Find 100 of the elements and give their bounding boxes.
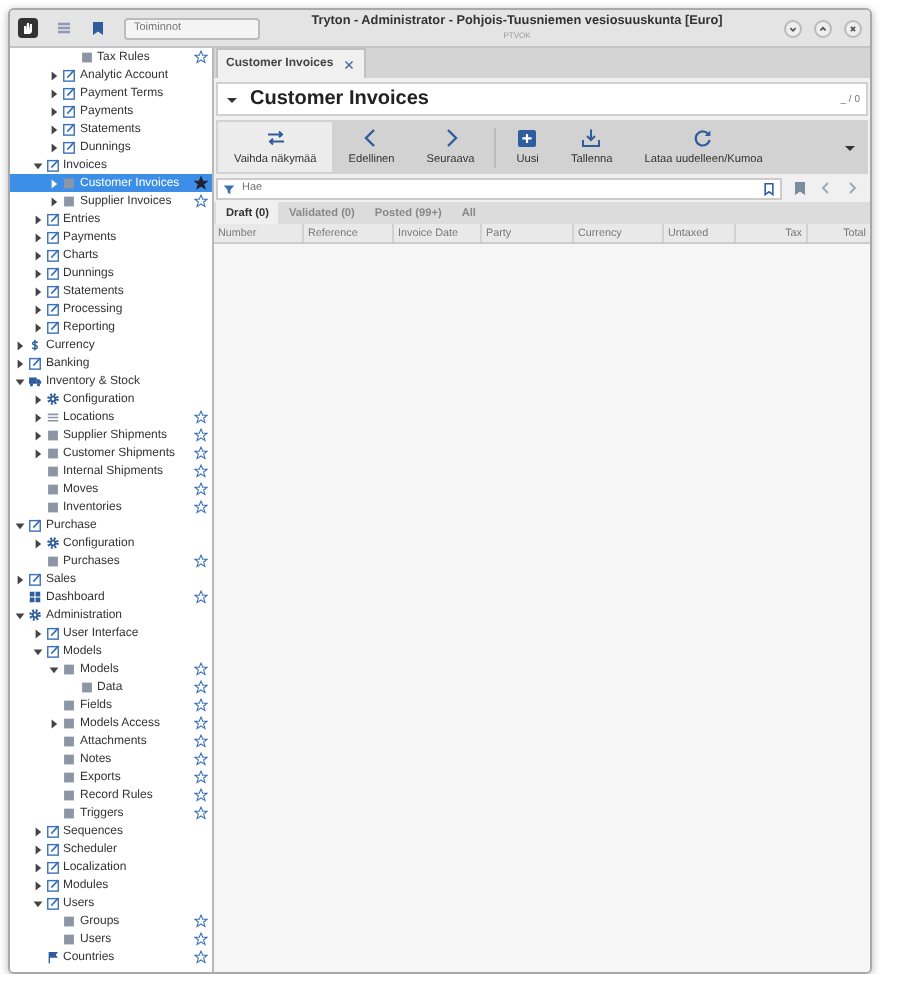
- star-icon[interactable]: [194, 50, 208, 64]
- expand-icon[interactable]: [14, 573, 26, 585]
- expand-icon[interactable]: [31, 429, 43, 441]
- flag-icon: [45, 950, 59, 964]
- square-icon: [62, 662, 76, 676]
- close-button[interactable]: [844, 19, 862, 37]
- collapse-icon[interactable]: [31, 645, 43, 657]
- expand-icon[interactable]: [31, 411, 43, 423]
- bookmarks-icon[interactable]: [792, 180, 808, 196]
- star-icon[interactable]: [194, 806, 208, 820]
- collapse-icon[interactable]: [31, 897, 43, 909]
- star-icon[interactable]: [194, 500, 208, 514]
- lines-icon: [45, 410, 59, 424]
- square-icon: [45, 554, 59, 568]
- expand-icon[interactable]: [14, 339, 26, 351]
- close-icon[interactable]: [341, 57, 356, 71]
- star-icon[interactable]: [194, 950, 208, 964]
- star-icon[interactable]: [194, 716, 208, 730]
- chevron-up-icon: [816, 21, 830, 35]
- star-icon[interactable]: [194, 410, 208, 424]
- expand-icon[interactable]: [31, 249, 43, 261]
- reload-icon: [692, 128, 715, 148]
- star-icon[interactable]: [194, 176, 208, 190]
- expand-icon[interactable]: [31, 825, 43, 837]
- truck-icon: [28, 374, 42, 388]
- square-icon: [45, 482, 59, 496]
- collapse-icon[interactable]: [14, 519, 26, 531]
- filter-icon[interactable]: [222, 181, 236, 195]
- expand-icon[interactable]: [31, 213, 43, 225]
- pencil-square-icon: [45, 896, 59, 910]
- dollar-icon: [28, 338, 42, 352]
- expand-icon[interactable]: [14, 357, 26, 369]
- collapse-icon[interactable]: [48, 663, 60, 675]
- star-icon[interactable]: [194, 464, 208, 478]
- pencil-square-icon: [45, 266, 59, 280]
- download-icon: [580, 128, 603, 148]
- square-icon: [62, 698, 76, 712]
- square-icon: [62, 734, 76, 748]
- expand-icon[interactable]: [31, 231, 43, 243]
- pencil-square-icon: [62, 68, 76, 82]
- pencil-square-icon: [45, 302, 59, 316]
- pencil-square-icon: [45, 860, 59, 874]
- star-icon[interactable]: [194, 752, 208, 766]
- expand-icon[interactable]: [31, 843, 43, 855]
- expand-icon[interactable]: [48, 717, 60, 729]
- maximize-button[interactable]: [814, 19, 832, 37]
- minimize-button[interactable]: [784, 19, 802, 37]
- expand-icon[interactable]: [31, 627, 43, 639]
- expand-icon[interactable]: [31, 393, 43, 405]
- square-icon: [45, 446, 59, 460]
- expand-icon[interactable]: [48, 105, 60, 117]
- star-icon[interactable]: [194, 770, 208, 784]
- expand-icon[interactable]: [31, 267, 43, 279]
- expand-icon[interactable]: [48, 87, 60, 99]
- pencil-square-icon: [45, 842, 59, 856]
- pencil-square-icon: [45, 644, 59, 658]
- expand-icon[interactable]: [31, 321, 43, 333]
- grid-icon: [28, 590, 42, 604]
- pencil-square-icon: [28, 356, 42, 370]
- star-icon[interactable]: [194, 446, 208, 460]
- star-icon[interactable]: [194, 662, 208, 676]
- expand-icon[interactable]: [48, 69, 60, 81]
- square-icon: [62, 194, 76, 208]
- expand-icon[interactable]: [31, 879, 43, 891]
- bookmark-icon[interactable]: [762, 181, 776, 195]
- gear-icon: [45, 536, 59, 550]
- pencil-square-icon: [45, 284, 59, 298]
- bookmark-icon[interactable]: [90, 20, 106, 36]
- star-icon[interactable]: [194, 554, 208, 568]
- view-title: Customer Invoices: [250, 88, 431, 110]
- square-icon: [62, 788, 76, 802]
- expand-icon[interactable]: [48, 123, 60, 135]
- expand-icon[interactable]: [31, 303, 43, 315]
- expand-icon[interactable]: [31, 537, 43, 549]
- star-icon[interactable]: [194, 698, 208, 712]
- close-icon: [846, 21, 860, 35]
- expand-icon[interactable]: [31, 861, 43, 873]
- star-icon[interactable]: [194, 788, 208, 802]
- square-icon: [62, 770, 76, 784]
- star-icon[interactable]: [194, 194, 208, 208]
- star-icon[interactable]: [194, 428, 208, 442]
- star-icon[interactable]: [194, 482, 208, 496]
- star-icon[interactable]: [194, 590, 208, 604]
- expand-icon[interactable]: [48, 141, 60, 153]
- pencil-square-icon: [45, 212, 59, 226]
- square-icon: [62, 806, 76, 820]
- expand-icon[interactable]: [31, 285, 43, 297]
- plus-icon: [516, 128, 539, 148]
- star-icon[interactable]: [194, 932, 208, 946]
- star-icon[interactable]: [194, 680, 208, 694]
- square-icon: [62, 716, 76, 730]
- pencil-square-icon: [45, 878, 59, 892]
- pencil-square-icon: [28, 572, 42, 586]
- expand-icon[interactable]: [31, 447, 43, 459]
- collapse-icon[interactable]: [14, 609, 26, 621]
- square-icon: [62, 914, 76, 928]
- square-icon: [79, 680, 93, 694]
- star-icon[interactable]: [194, 914, 208, 928]
- collapse-icon[interactable]: [14, 375, 26, 387]
- star-icon[interactable]: [194, 734, 208, 748]
